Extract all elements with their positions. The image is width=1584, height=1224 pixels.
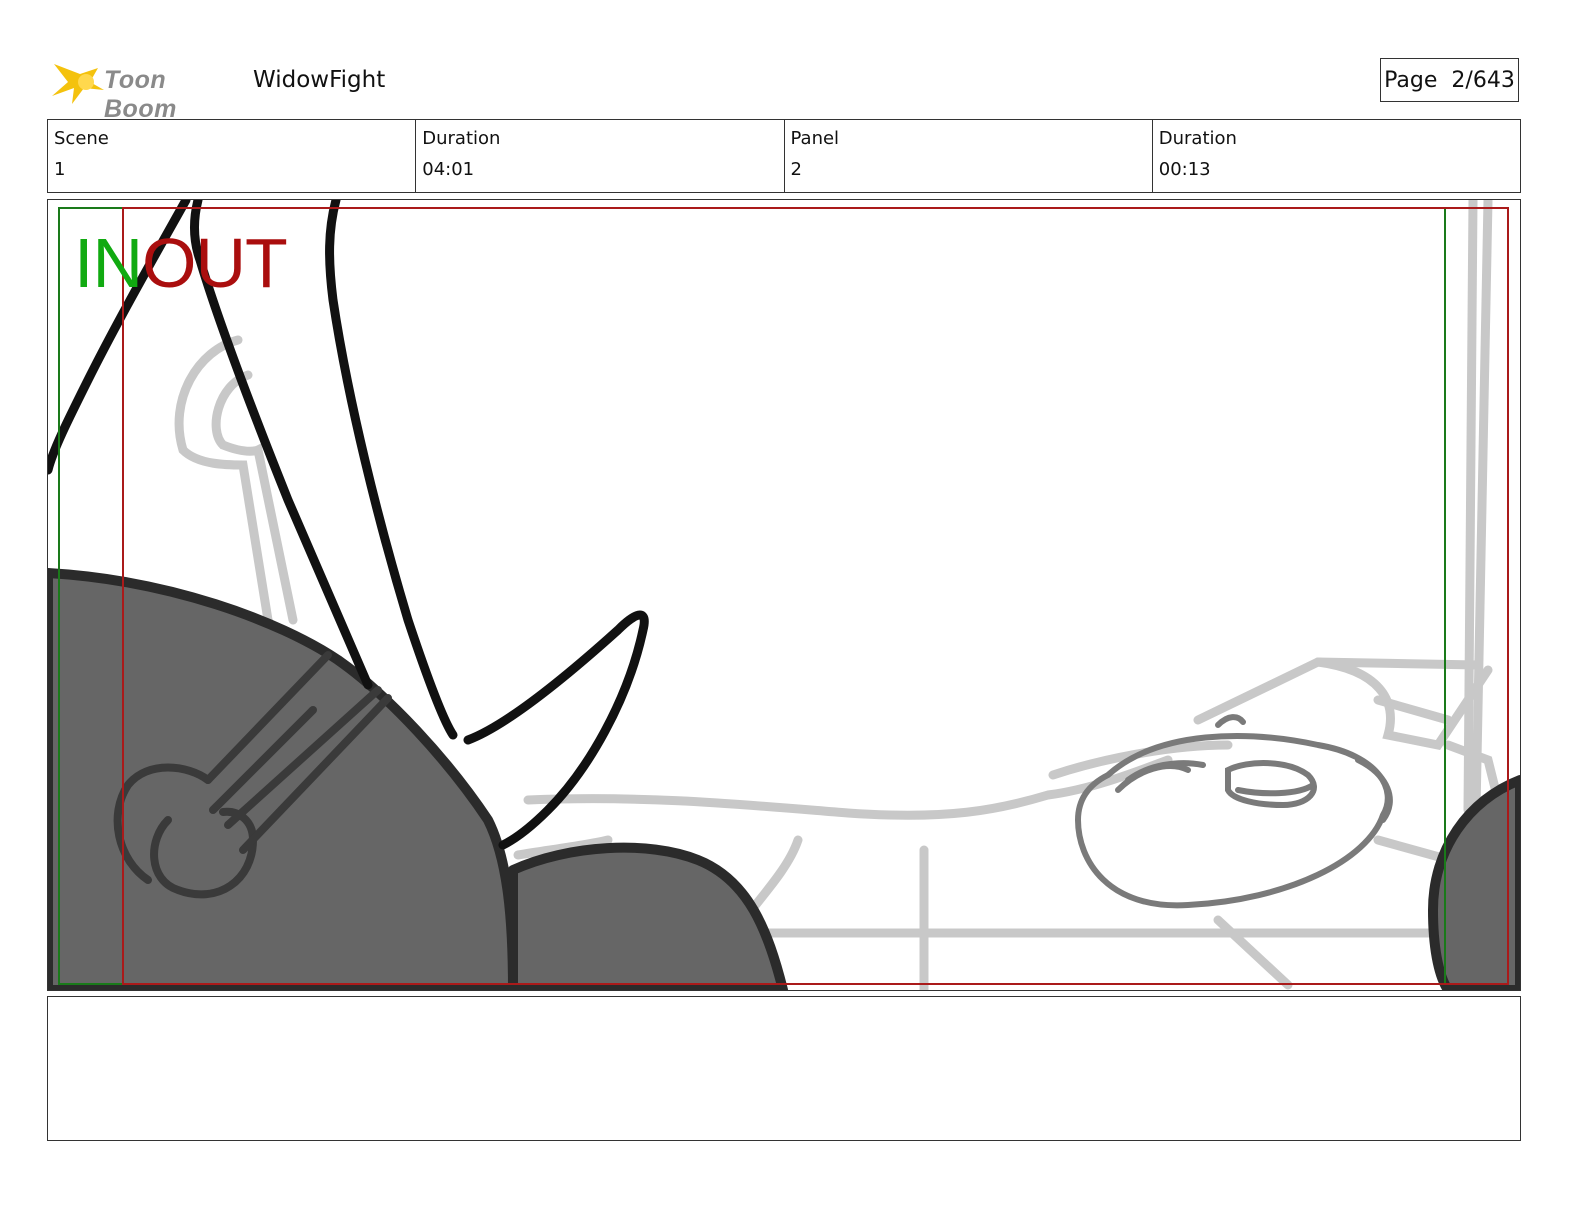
panel-duration-cell: Duration 00:13 [1153, 120, 1520, 192]
storyboard-panel: INOUT [47, 199, 1521, 991]
toon-boom-logo: Toon Boom [50, 56, 240, 123]
project-title: WidowFight [253, 67, 386, 93]
panel-cell: Panel 2 [785, 120, 1153, 192]
panel-sketch [48, 200, 1520, 990]
logo-text: Toon Boom [104, 66, 177, 123]
scene-value: 1 [54, 159, 66, 180]
in-out-marker: INOUT [74, 228, 288, 298]
panel-value: 2 [790, 159, 802, 180]
panel-info-table: Scene 1 Duration 04:01 Panel 2 Duration … [47, 119, 1521, 193]
scene-duration-cell: Duration 04:01 [416, 120, 785, 192]
in-label: IN [74, 224, 143, 302]
scene-label: Scene [54, 128, 109, 149]
scene-duration-value: 04:01 [422, 159, 475, 180]
page-indicator: Page 2/643 [1380, 58, 1519, 102]
page-value: 2/643 [1451, 67, 1515, 93]
scene-cell: Scene 1 [48, 120, 417, 192]
panel-duration-label: Duration [1158, 128, 1237, 149]
foreground-shapes [48, 568, 1520, 990]
starburst-icon [52, 64, 104, 104]
ball-character-sketch [1074, 714, 1393, 909]
out-label: OUT [142, 224, 288, 302]
page-label: Page [1384, 67, 1438, 93]
scene-duration-label: Duration [422, 128, 501, 149]
panel-label: Panel [790, 128, 840, 149]
panel-duration-value: 00:13 [1158, 159, 1211, 180]
panel-notes-box [47, 996, 1521, 1141]
